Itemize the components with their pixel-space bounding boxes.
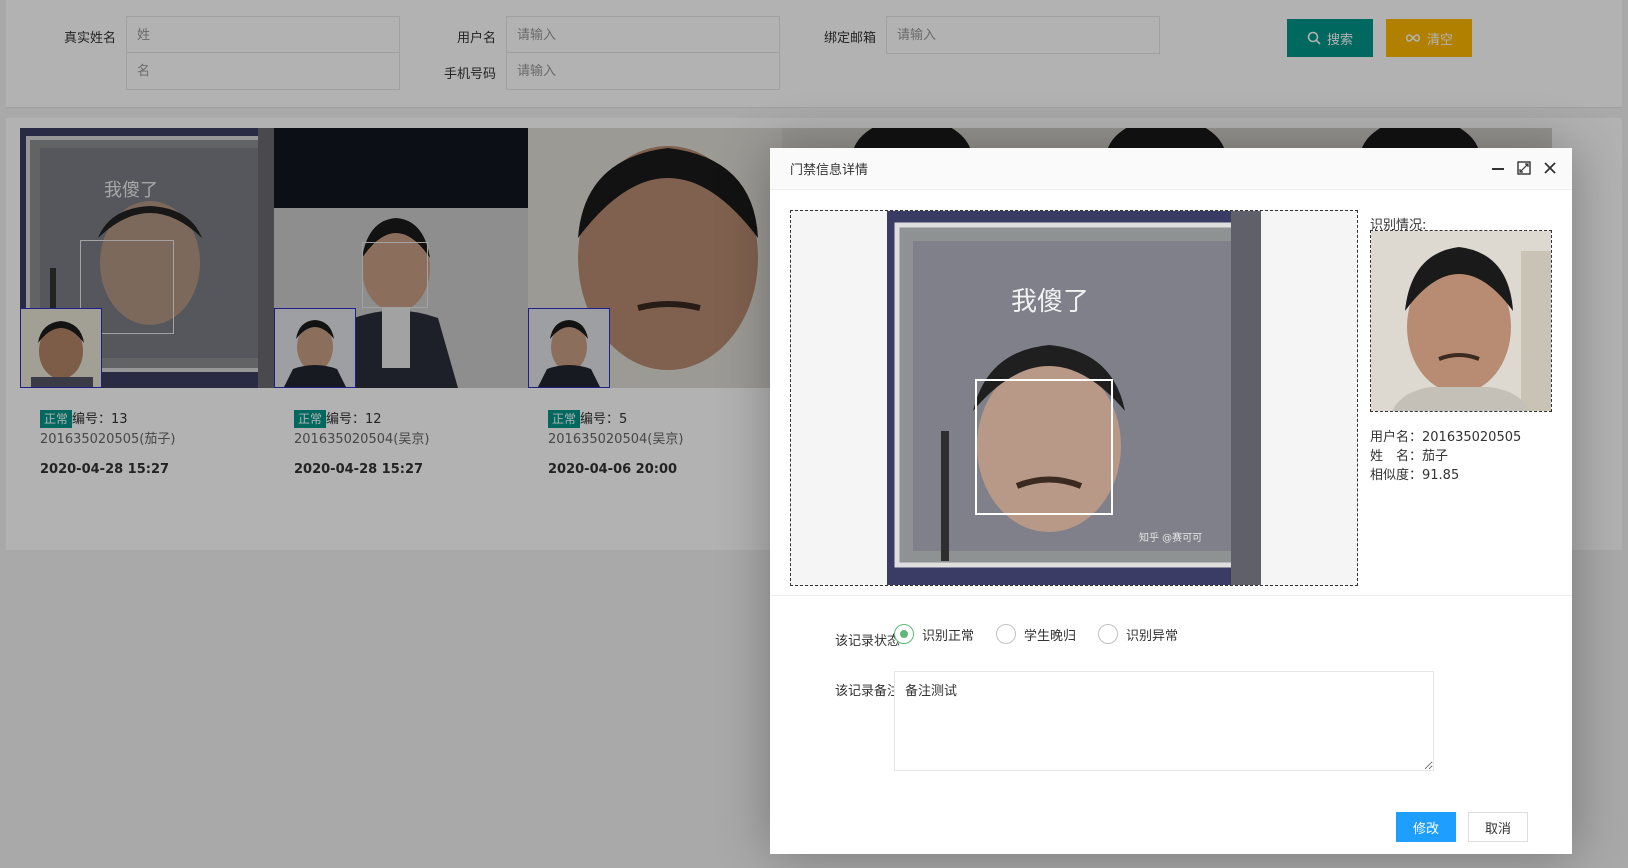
maximize-icon[interactable] bbox=[1516, 160, 1532, 176]
dialog-title: 门禁信息详情 bbox=[790, 163, 869, 178]
photo-watermark: 知乎 @赛可可 bbox=[1139, 533, 1203, 544]
recognized-username: 用户名：201635020505 bbox=[1370, 430, 1522, 445]
detail-dialog: 门禁信息详情 我傻了 知乎 @赛可可 识别情况: 用户名：20163502050… bbox=[770, 148, 1572, 854]
radio-unchecked-icon[interactable] bbox=[996, 624, 1017, 644]
remark-textarea[interactable]: 备注测试 bbox=[894, 671, 1434, 771]
confirm-button[interactable]: 修改 bbox=[1396, 812, 1456, 842]
divider bbox=[770, 595, 1572, 596]
status-radio-late[interactable]: 学生晚归 bbox=[996, 624, 1076, 644]
recognized-name: 姓 名：茄子 bbox=[1370, 449, 1449, 464]
radio-label: 识别正常 bbox=[922, 628, 975, 644]
status-radio-group: 识别正常 学生晚归 识别异常 bbox=[894, 624, 1178, 644]
similarity-score: 相似度：91.85 bbox=[1370, 468, 1460, 483]
dialog-controls bbox=[1490, 160, 1558, 176]
recognition-photo bbox=[1370, 230, 1552, 412]
capture-photo-large: 我傻了 知乎 @赛可可 bbox=[887, 211, 1261, 585]
radio-unchecked-icon[interactable] bbox=[1098, 624, 1119, 644]
cancel-button[interactable]: 取消 bbox=[1468, 812, 1528, 842]
status-radio-abnormal[interactable]: 识别异常 bbox=[1098, 624, 1178, 644]
minimize-icon[interactable] bbox=[1490, 160, 1506, 176]
radio-label: 学生晚归 bbox=[1024, 628, 1077, 644]
radio-label: 识别异常 bbox=[1126, 628, 1179, 644]
status-label: 该记录状态 bbox=[834, 634, 900, 649]
dialog-header[interactable]: 门禁信息详情 bbox=[770, 148, 1572, 190]
close-icon[interactable] bbox=[1542, 160, 1558, 176]
remark-label: 该记录备注 bbox=[834, 684, 900, 699]
photo-caption: 我傻了 bbox=[1011, 287, 1090, 317]
radio-checked-icon[interactable] bbox=[894, 624, 914, 644]
face-box bbox=[975, 379, 1113, 515]
status-radio-normal[interactable]: 识别正常 bbox=[894, 624, 974, 644]
recognition-info: 用户名：201635020505 姓 名：茄子 相似度：91.85 bbox=[1370, 428, 1521, 485]
capture-photo-frame: 我傻了 知乎 @赛可可 bbox=[790, 210, 1358, 586]
